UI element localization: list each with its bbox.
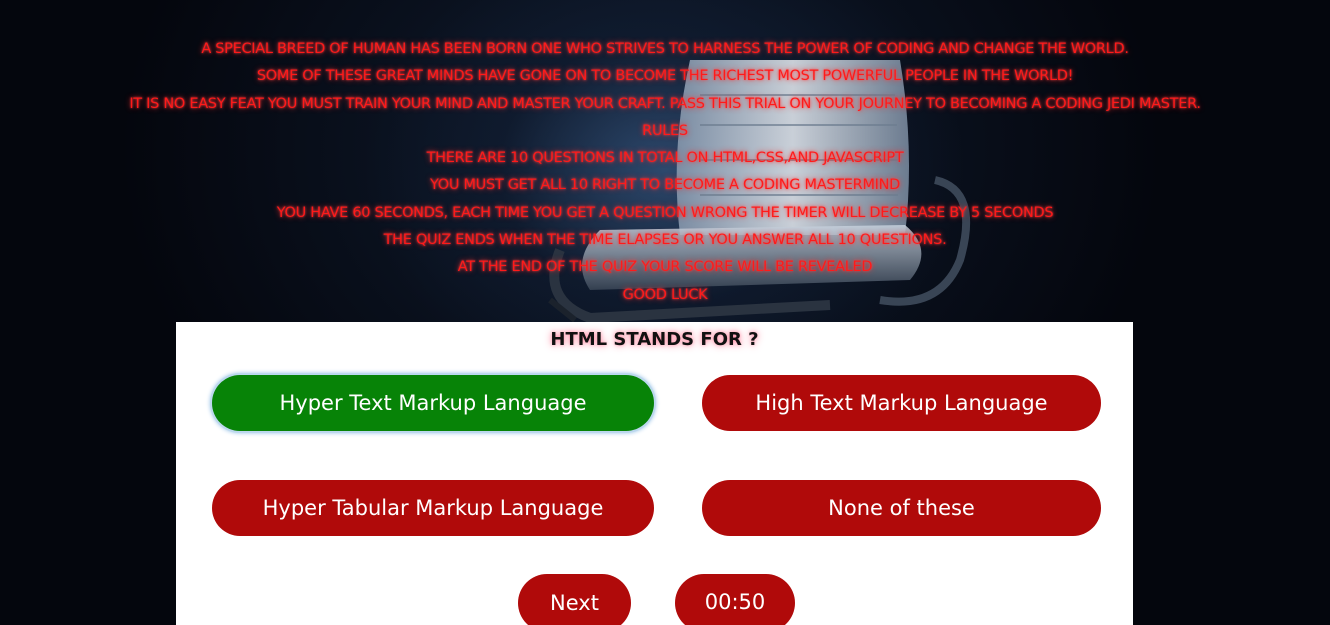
- answer-button-4[interactable]: None of these: [702, 480, 1101, 536]
- rules-heading: RULES: [642, 122, 688, 139]
- answer-button-3[interactable]: Hyper Tabular Markup Language: [212, 480, 654, 536]
- rule-item: AT THE END OF THE QUIZ YOUR SCORE WILL B…: [457, 259, 873, 276]
- intro-line: A SPECIAL BREED OF HUMAN HAS BEEN BORN O…: [201, 41, 1129, 57]
- quiz-card: HTML STANDS FOR ? Hyper Text Markup Lang…: [176, 322, 1133, 625]
- rule-item: YOU MUST GET ALL 10 RIGHT TO BECOME A CO…: [429, 177, 901, 194]
- good-luck-text: GOOD LUCK: [622, 286, 708, 303]
- intro-line: SOME OF THESE GREAT MINDS HAVE GONE ON T…: [256, 68, 1074, 85]
- intro-line: IT IS NO EASY FEAT YOU MUST TRAIN YOUR M…: [129, 95, 1201, 112]
- rule-item: THERE ARE 10 QUESTIONS IN TOTAL ON HTML,…: [426, 150, 904, 167]
- next-button[interactable]: Next: [518, 574, 631, 625]
- answer-button-2[interactable]: High Text Markup Language: [702, 375, 1101, 431]
- answer-button-1[interactable]: Hyper Text Markup Language: [212, 375, 654, 431]
- page: A SPECIAL BREED OF HUMAN HAS BEEN BORN O…: [0, 0, 1330, 625]
- rule-item: YOU HAVE 60 SECONDS, EACH TIME YOU GET A…: [276, 204, 1054, 221]
- intro-text: A SPECIAL BREED OF HUMAN HAS BEEN BORN O…: [0, 36, 1330, 309]
- question-text: HTML STANDS FOR ?: [550, 329, 759, 350]
- timer-display: 00:50: [675, 574, 795, 625]
- rule-item: THE QUIZ ENDS WHEN THE TIME ELAPSES OR Y…: [383, 232, 947, 249]
